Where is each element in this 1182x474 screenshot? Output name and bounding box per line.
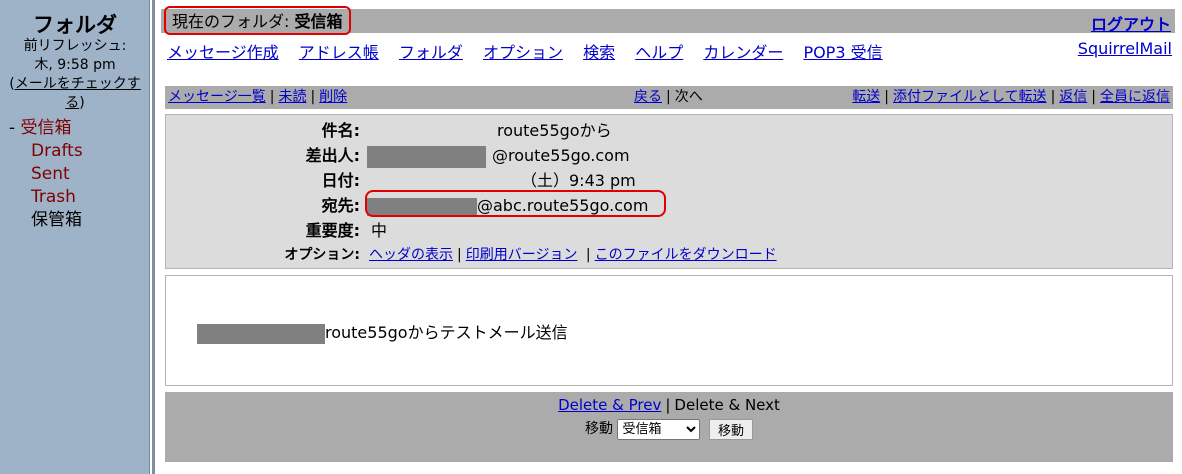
body-text: route55goからテストメール送信 — [325, 323, 568, 342]
priority-label: 重要度: — [305, 221, 360, 240]
sidebar-item-label: Sent — [31, 164, 70, 184]
frame-divider[interactable] — [152, 0, 155, 474]
menu-help[interactable]: ヘルプ — [635, 43, 683, 62]
move-folder-select[interactable]: 受信箱 — [617, 418, 701, 440]
reply-link[interactable]: 返信 — [1059, 89, 1087, 105]
move-row: 移動 受信箱 移動 — [165, 418, 1173, 440]
next-label: 次へ — [674, 89, 703, 105]
sidebar-item-archive[interactable]: 保管箱 — [9, 209, 83, 232]
header-row-options: オプション: ヘッダの表示 | 印刷用バージョン | このファイルをダウンロード — [166, 243, 1172, 268]
sidebar-item-label: 保管箱 — [31, 210, 82, 230]
sidebar-item-drafts[interactable]: Drafts — [9, 140, 83, 163]
from-label: 差出人: — [305, 146, 360, 165]
message-footer: Delete & Prev | Delete & Next 移動 受信箱 移動 — [165, 392, 1173, 462]
options-label: オプション: — [284, 247, 360, 263]
check-mail-row: (メールをチェックする) — [0, 75, 150, 113]
from-value: @route55go.com — [367, 143, 630, 168]
delete-nav-row: Delete & Prev | Delete & Next — [558, 396, 780, 414]
redacted-area — [367, 123, 497, 141]
previous-link[interactable]: 戻る — [634, 89, 662, 105]
current-marker: - — [9, 118, 21, 138]
refresh-label: 前リフレッシュ: — [23, 38, 127, 54]
sidebar-title: フォルダ — [33, 13, 117, 37]
redacted-area — [367, 145, 486, 168]
folder-sidebar: フォルダ 前リフレッシュ: 木, 9:58 pm (メールをチェックする) - … — [0, 0, 150, 474]
folder-list: - 受信箱 Drafts Sent Trash 保管箱 — [9, 117, 83, 232]
view-headers-link[interactable]: ヘッダの表示 — [369, 247, 453, 263]
header-row-date: 日付: （土）9:43 pm — [166, 168, 1172, 193]
message-nav-bar: メッセージ一覧 | 未読 | 削除 戻る | 次へ 転送 | 添付ファイルとして転送 | 返信 | 全員… — [165, 86, 1173, 109]
download-link[interactable]: このファイルをダウンロード — [595, 247, 777, 263]
menu-options[interactable]: オプション — [483, 43, 563, 62]
main-menu: メッセージ作成 アドレス帳 フォルダ オプション 検索 ヘルプ カレンダー PO… — [167, 39, 898, 63]
move-label: 移動 — [585, 421, 614, 437]
printable-version-link[interactable]: 印刷用バージョン — [466, 247, 578, 263]
subject-text: route55goから — [497, 121, 612, 140]
reply-all-link[interactable]: 全員に返信 — [1100, 89, 1170, 105]
menu-search[interactable]: 検索 — [583, 43, 615, 62]
priority-value: 中 — [371, 221, 388, 240]
message-body-text: route55goからテストメール送信 — [197, 319, 568, 344]
menu-addressbook[interactable]: アドレス帳 — [299, 43, 379, 62]
subject-label: 件名: — [321, 121, 360, 140]
sidebar-item-label: Trash — [31, 187, 76, 207]
forward-link[interactable]: 転送 — [852, 89, 880, 105]
redacted-area — [197, 323, 325, 344]
forward-as-attachment-link[interactable]: 添付ファイルとして転送 — [893, 89, 1047, 105]
header-row-priority: 重要度: 中 — [166, 218, 1172, 243]
paren-close: ) — [79, 95, 85, 111]
delete-prev-link[interactable]: Delete & Prev — [558, 396, 661, 414]
sidebar-item-label: 受信箱 — [20, 118, 72, 138]
current-folder-name: 受信箱 — [294, 12, 343, 31]
logout-link[interactable]: ログアウト — [1091, 11, 1171, 35]
mark-unread-link[interactable]: 未読 — [278, 89, 306, 105]
subject-value: route55goから — [367, 118, 612, 143]
from-text: @route55go.com — [492, 146, 630, 165]
message-nav-right: 転送 | 添付ファイルとして転送 | 返信 | 全員に返信 — [852, 89, 1170, 105]
current-folder-prefix: 現在のフォルダ: — [172, 12, 295, 31]
to-label: 宛先: — [321, 196, 360, 215]
menu-folders[interactable]: フォルダ — [399, 43, 463, 62]
delete-link[interactable]: 削除 — [319, 89, 347, 105]
move-button[interactable]: 移動 — [708, 418, 753, 440]
squirrelmail-link[interactable]: SquirrelMail — [1078, 39, 1172, 58]
options-links: ヘッダの表示 | 印刷用バージョン | このファイルをダウンロード — [369, 247, 777, 263]
delete-next-label: Delete & Next — [674, 396, 780, 414]
sidebar-item-trash[interactable]: Trash — [9, 186, 83, 209]
refresh-time: 木, 9:58 pm — [34, 57, 116, 73]
header-row-to: 宛先: @abc.route55go.com — [166, 190, 1172, 218]
current-folder-label: 現在のフォルダ: 受信箱 — [164, 6, 351, 35]
sidebar-item-sent[interactable]: Sent — [9, 163, 83, 186]
highlight-box — [365, 190, 666, 217]
sidebar-item-label: Drafts — [31, 141, 83, 161]
header-row-from: 差出人: @route55go.com — [166, 143, 1172, 168]
date-label: 日付: — [321, 171, 360, 190]
sidebar-item-inbox[interactable]: - 受信箱 — [9, 117, 83, 140]
header-bar: 現在のフォルダ: 受信箱 ログアウト — [161, 6, 1175, 35]
message-headers: 件名: route55goから 差出人: @route55go.com 日付: … — [165, 114, 1173, 269]
message-body: route55goからテストメール送信 — [165, 275, 1173, 386]
menu-pop3[interactable]: POP3 受信 — [803, 43, 882, 62]
menu-compose[interactable]: メッセージ作成 — [167, 43, 279, 62]
menu-calendar[interactable]: カレンダー — [703, 43, 783, 62]
message-list-link[interactable]: メッセージ一覧 — [168, 89, 266, 105]
check-mail-link[interactable]: メールをチェックする — [15, 76, 141, 111]
message-nav-left: メッセージ一覧 | 未読 | 削除 — [168, 89, 348, 105]
message-nav-center: 戻る | 次へ — [634, 89, 703, 105]
header-row-subject: 件名: route55goから — [166, 118, 1172, 143]
